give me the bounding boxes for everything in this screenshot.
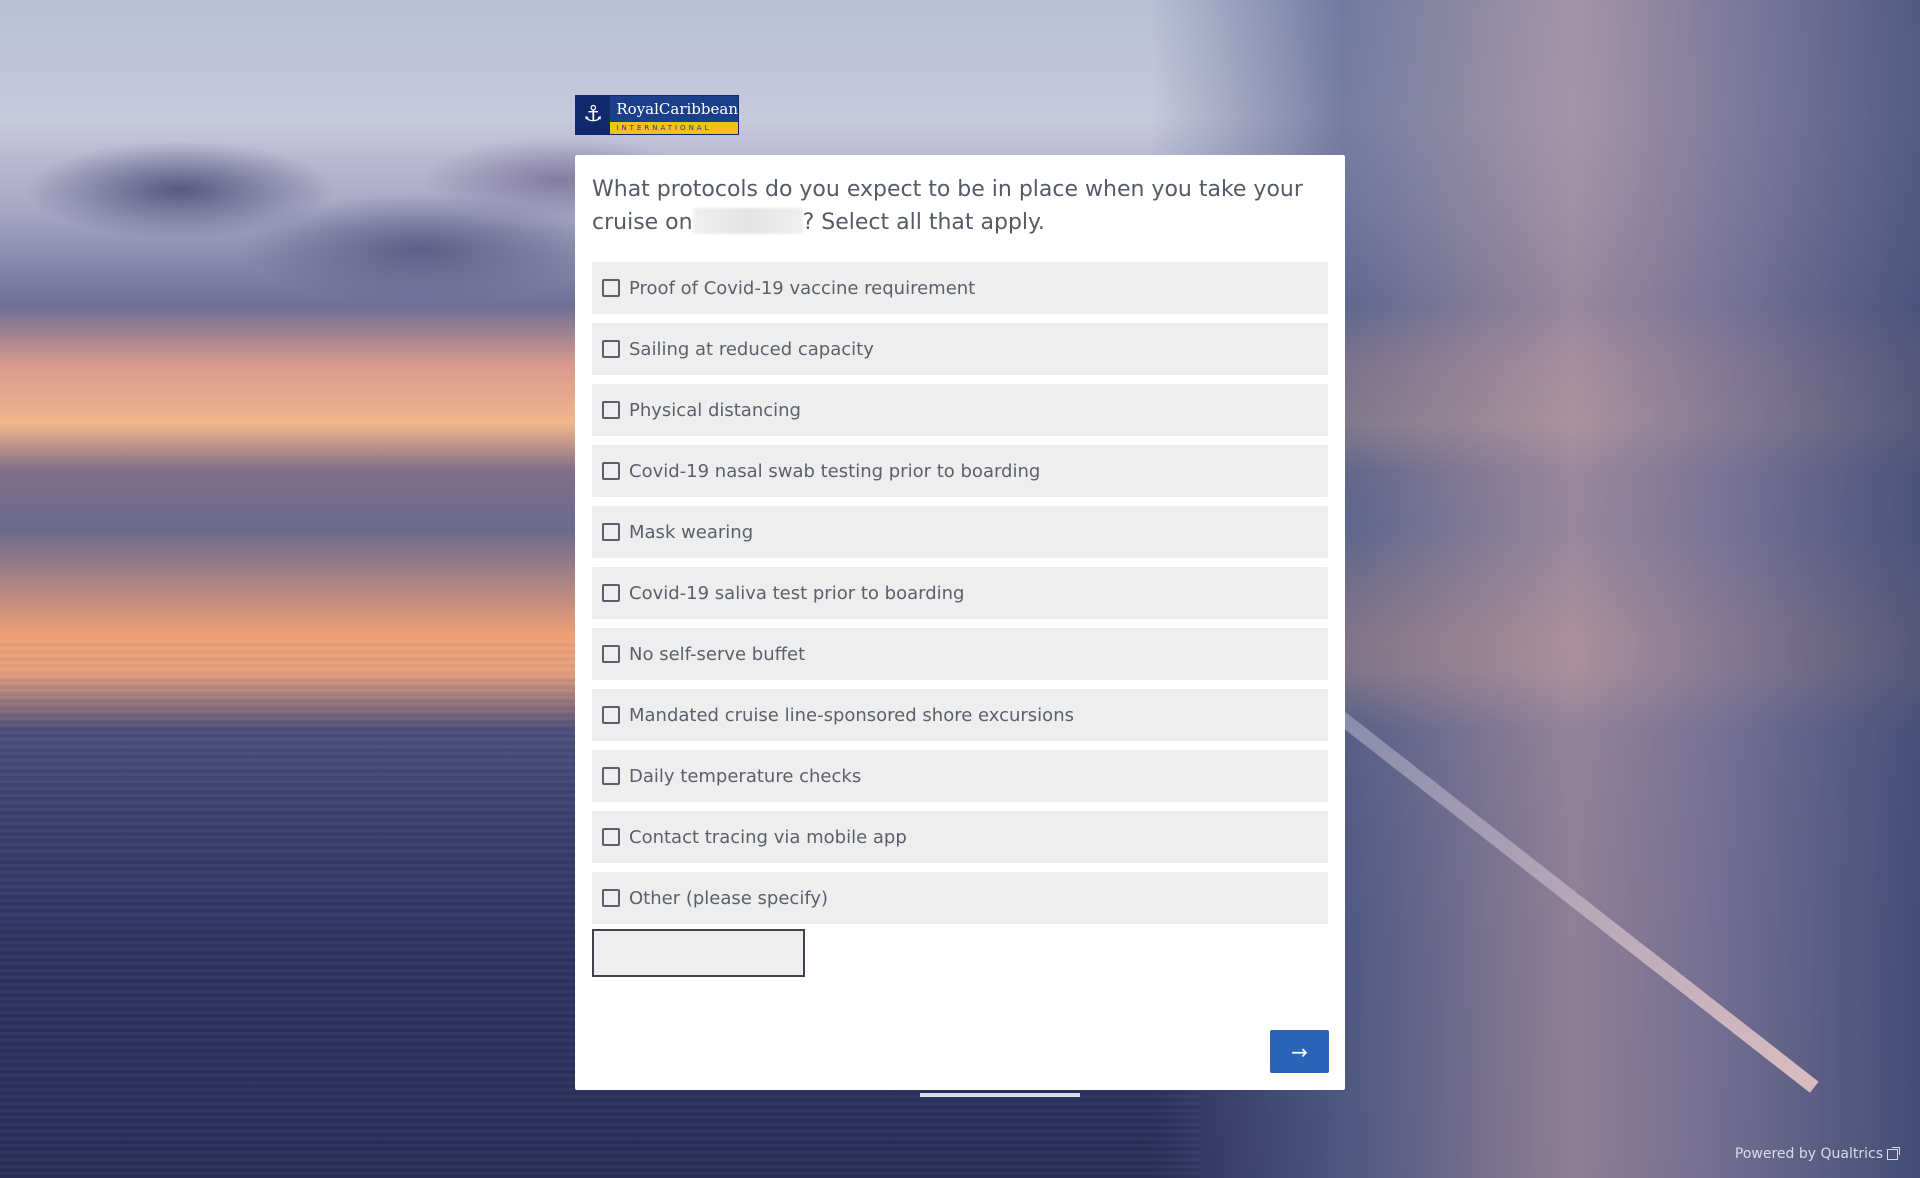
choice-label: Mandated cruise line-sponsored shore exc… (629, 704, 1074, 726)
checkbox[interactable] (602, 767, 620, 785)
choice-option[interactable]: No self-serve buffet (592, 628, 1328, 680)
choice-option[interactable]: Physical distancing (592, 384, 1328, 436)
question-text: What protocols do you expect to be in pl… (592, 173, 1312, 239)
progress-indicator (920, 1093, 1080, 1097)
logo-wordmark: RoyalCaribbean INTERNATIONAL (610, 96, 738, 134)
checkbox[interactable] (602, 523, 620, 541)
checkbox[interactable] (602, 889, 620, 907)
powered-by-text: Powered by Qualtrics (1734, 1146, 1883, 1162)
choice-label: Proof of Covid-19 vaccine requirement (629, 277, 976, 299)
choice-option[interactable]: Sailing at reduced capacity (592, 323, 1328, 375)
logo-subtitle: INTERNATIONAL (610, 122, 738, 134)
checkbox[interactable] (602, 401, 620, 419)
logo-name: RoyalCaribbean (616, 100, 738, 118)
choice-option[interactable]: Contact tracing via mobile app (592, 811, 1328, 863)
choice-option[interactable]: Daily temperature checks (592, 750, 1328, 802)
powered-by-link[interactable]: Powered by Qualtrics (1734, 1146, 1900, 1162)
checkbox[interactable] (602, 645, 620, 663)
redacted-date (692, 208, 803, 234)
checkbox[interactable] (602, 340, 620, 358)
checkbox[interactable] (602, 584, 620, 602)
next-button[interactable]: → (1270, 1030, 1329, 1073)
choice-option[interactable]: Covid-19 nasal swab testing prior to boa… (592, 445, 1328, 497)
choice-option[interactable]: Mask wearing (592, 506, 1328, 558)
choice-option[interactable]: Mandated cruise line-sponsored shore exc… (592, 689, 1328, 741)
checkbox[interactable] (602, 462, 620, 480)
crown-anchor-icon: ⚓ (576, 96, 611, 134)
choice-option[interactable]: Proof of Covid-19 vaccine requirement (592, 262, 1328, 314)
choice-label: Physical distancing (629, 399, 801, 421)
choice-label: Mask wearing (629, 521, 754, 543)
checkbox[interactable] (602, 279, 620, 297)
choice-option[interactable]: Covid-19 saliva test prior to boarding (592, 567, 1328, 619)
choice-label: Covid-19 saliva test prior to boarding (629, 582, 965, 604)
royal-caribbean-logo: ⚓ RoyalCaribbean INTERNATIONAL (575, 95, 739, 135)
choice-label: Covid-19 nasal swab testing prior to boa… (629, 460, 1041, 482)
choice-list: Proof of Covid-19 vaccine requirement Sa… (592, 262, 1328, 933)
question-text-after: ? Select all that apply. (802, 210, 1045, 235)
checkbox[interactable] (602, 828, 620, 846)
choice-label: Contact tracing via mobile app (629, 826, 907, 848)
external-link-icon (1887, 1146, 1900, 1160)
choice-label: Other (please specify) (629, 887, 829, 909)
choice-label: No self-serve buffet (629, 643, 806, 665)
choice-option-other[interactable]: Other (please specify) (592, 872, 1328, 924)
survey-card: What protocols do you expect to be in pl… (575, 155, 1345, 1090)
checkbox[interactable] (602, 706, 620, 724)
choice-label: Daily temperature checks (629, 765, 862, 787)
choice-label: Sailing at reduced capacity (629, 338, 874, 360)
other-specify-input[interactable] (592, 929, 805, 977)
